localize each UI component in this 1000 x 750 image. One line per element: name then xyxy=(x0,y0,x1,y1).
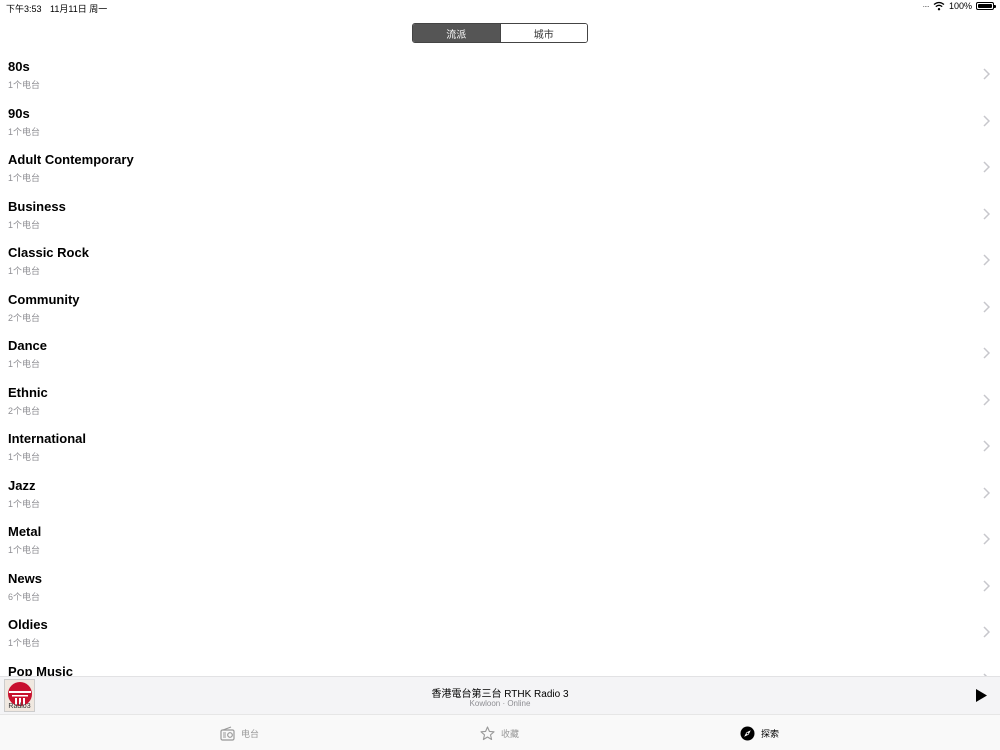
battery-percent: 100% xyxy=(948,1,972,11)
chevron-right-icon xyxy=(983,486,990,499)
signal-dots-icon: ···· xyxy=(922,1,930,11)
genre-row[interactable]: Business 1个电台 xyxy=(0,190,1000,237)
now-playing-subtitle: Kowloon · Online xyxy=(469,699,531,708)
wifi-icon xyxy=(933,1,945,11)
genre-station-count: 1个电台 xyxy=(8,545,41,555)
genre-station-count: 1个电台 xyxy=(8,126,41,137)
star-icon xyxy=(480,725,495,740)
chevron-right-icon xyxy=(983,114,990,127)
genre-row[interactable]: Community 2个电台 xyxy=(0,283,1000,330)
segment-city[interactable]: 城市 xyxy=(499,24,587,42)
status-bar: 下午3:53 11月11日 周一 ···· 100% xyxy=(0,0,1000,16)
genre-station-count: 1个电台 xyxy=(8,452,41,462)
chevron-right-icon xyxy=(983,347,990,359)
genre-city-segmented-control: 流派 城市 xyxy=(412,23,588,43)
compass-icon xyxy=(740,726,755,740)
genre-name: International xyxy=(8,431,87,446)
genre-row[interactable]: Pop Music xyxy=(0,655,1000,677)
genre-row[interactable]: Metal 1个电台 xyxy=(0,515,1000,562)
now-playing-bar[interactable]: Radio3 香港電台第三台 RTHK Radio 3 Kowloon · On… xyxy=(0,676,1000,714)
genre-row[interactable]: Classic Rock 1个电台 xyxy=(0,236,1000,283)
genre-row[interactable]: 90s 1个电台 xyxy=(0,97,1000,144)
genre-station-count: 1个电台 xyxy=(8,498,41,509)
tab-explore-label: 探索 xyxy=(761,728,780,739)
chevron-right-icon xyxy=(983,161,990,173)
genre-station-count: 1个电台 xyxy=(8,359,41,369)
genre-name: Oldies xyxy=(8,617,48,632)
genre-row[interactable]: Oldies 1个电台 xyxy=(0,608,1000,655)
genre-station-count: 1个电台 xyxy=(8,80,41,90)
chevron-right-icon xyxy=(983,68,990,80)
status-date: 11月11日 周一 xyxy=(50,4,108,14)
genre-name: Dance xyxy=(8,338,48,353)
genre-row[interactable]: News 6个电台 xyxy=(0,562,1000,609)
battery-icon xyxy=(976,2,996,10)
genre-name: 80s xyxy=(8,59,30,74)
chevron-right-icon xyxy=(983,440,990,452)
genre-row[interactable]: Jazz 1个电台 xyxy=(0,469,1000,516)
genre-station-count: 2个电台 xyxy=(8,312,41,323)
genre-station-count: 1个电台 xyxy=(8,219,41,230)
chevron-right-icon xyxy=(983,533,990,545)
tab-radio[interactable]: 电台 xyxy=(220,725,259,741)
now-playing-title: 香港電台第三台 RTHK Radio 3 xyxy=(431,689,569,700)
play-icon[interactable] xyxy=(976,689,987,702)
tab-explore[interactable]: 探索 xyxy=(740,725,779,741)
genre-name: Jazz xyxy=(8,477,36,493)
genre-name: Business xyxy=(8,198,66,214)
genre-station-count: 1个电台 xyxy=(8,638,41,648)
chevron-right-icon xyxy=(983,626,990,638)
genre-station-count: 2个电台 xyxy=(8,405,41,416)
chevron-right-icon xyxy=(983,579,990,592)
genre-name: 90s xyxy=(8,105,30,121)
chevron-right-icon xyxy=(983,300,990,313)
genre-row[interactable]: 80s 1个电台 xyxy=(0,50,1000,97)
tab-favorites-label: 收藏 xyxy=(501,728,520,739)
genre-name: Community xyxy=(8,291,80,307)
status-time: 下午3:53 xyxy=(6,4,42,14)
genre-station-count: 1个电台 xyxy=(8,266,41,276)
status-left: 下午3:53 11月11日 周一 xyxy=(6,2,113,15)
genre-station-count: 6个电台 xyxy=(8,591,41,602)
genre-name: Classic Rock xyxy=(8,245,89,260)
genre-row[interactable]: Dance 1个电台 xyxy=(0,329,1000,376)
tab-radio-label: 电台 xyxy=(241,728,260,739)
genre-list: 80s 1个电台 90s 1个电台 Adult Contemporary 1个电台 Busi… xyxy=(0,50,1000,676)
genre-name: Pop Music xyxy=(8,663,74,677)
genre-row[interactable]: Ethnic 2个电台 xyxy=(0,376,1000,423)
genre-row[interactable]: Adult Contemporary 1个电台 xyxy=(0,143,1000,190)
tab-bar: 电台 收藏 探索 xyxy=(0,714,1000,750)
radio-icon xyxy=(220,725,235,741)
segment-genre[interactable]: 流派 xyxy=(413,24,500,42)
genre-station-count: 1个电台 xyxy=(8,173,41,183)
chevron-right-icon xyxy=(983,254,990,266)
tab-favorites[interactable]: 收藏 xyxy=(480,725,519,741)
genre-name: Adult Contemporary xyxy=(8,152,134,167)
chevron-right-icon xyxy=(983,393,990,406)
status-right: ···· 100% xyxy=(922,1,996,11)
chevron-right-icon xyxy=(983,207,990,220)
genre-name: News xyxy=(8,570,42,586)
genre-name: Ethnic xyxy=(8,384,48,400)
genre-row[interactable]: International 1个电台 xyxy=(0,422,1000,469)
genre-name: Metal xyxy=(8,524,42,539)
app-root: 下午3:53 11月11日 周一 ···· 100% 流派 城市 80s 1个电台… xyxy=(0,0,1000,750)
